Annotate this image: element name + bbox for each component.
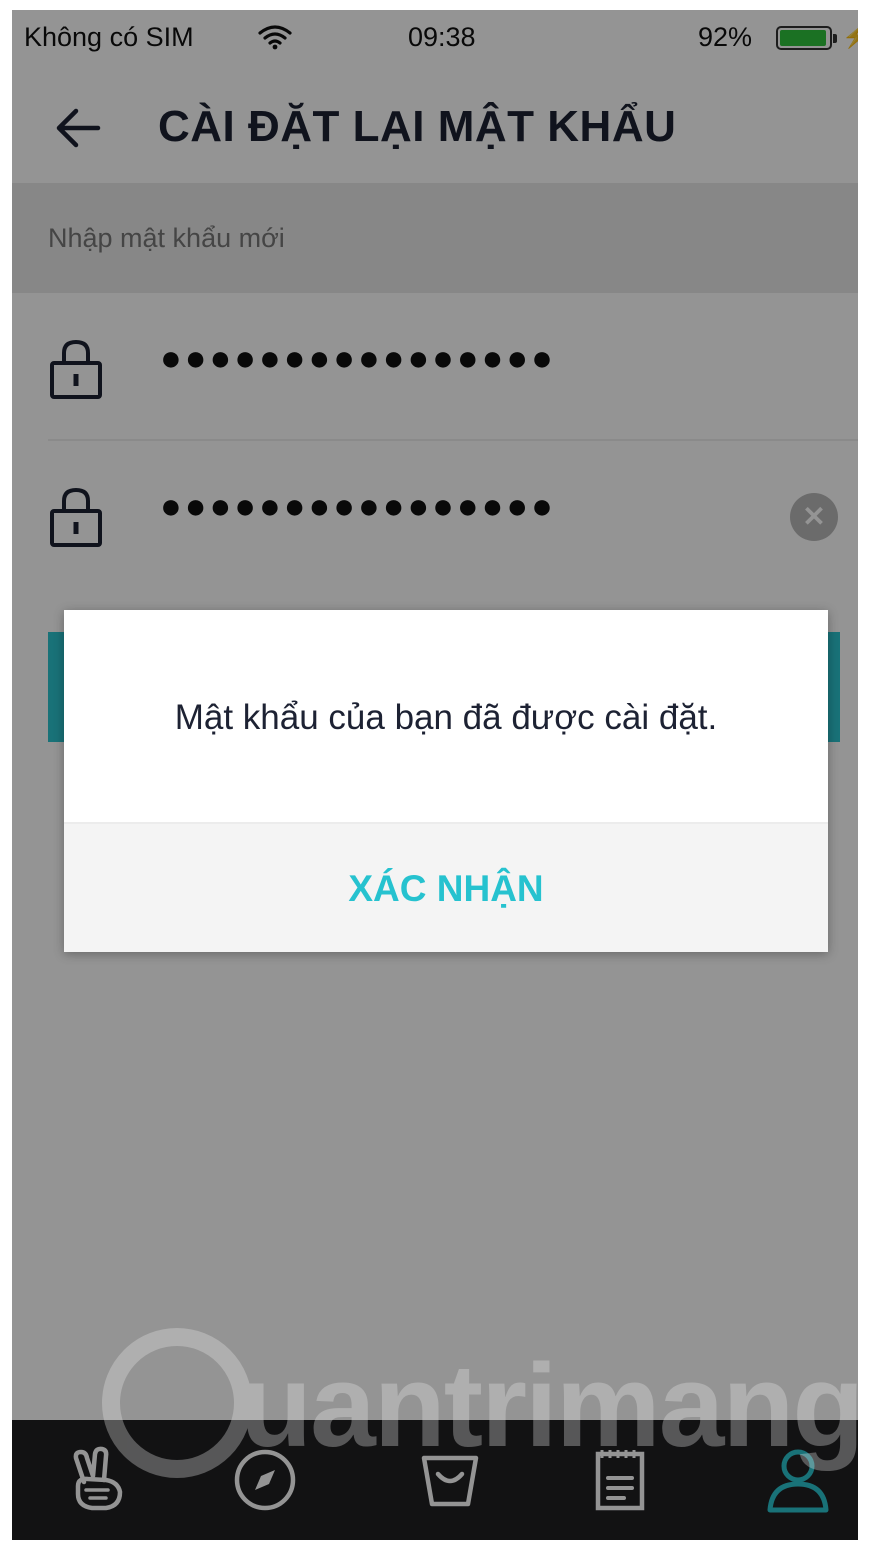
- dialog-message: Mật khẩu của bạn đã được cài đặt.: [174, 698, 718, 737]
- confirm-button[interactable]: XÁC NHẬN: [64, 824, 828, 952]
- device-frame: Không có SIM 09:38 92% ⚡ CÀI ĐẶT LẠI MẬT…: [0, 0, 870, 1548]
- success-dialog: Mật khẩu của bạn đã được cài đặt. XÁC NH…: [64, 610, 828, 952]
- app-screen: Không có SIM 09:38 92% ⚡ CÀI ĐẶT LẠI MẬT…: [12, 10, 858, 1540]
